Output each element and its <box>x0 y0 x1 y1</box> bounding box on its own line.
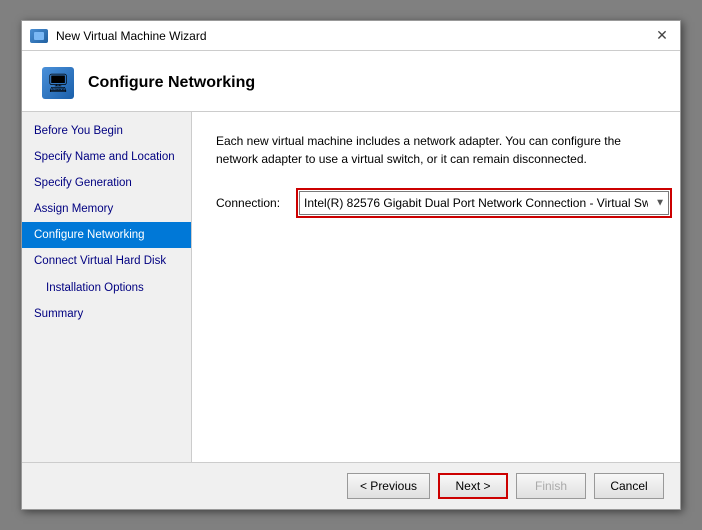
sidebar-item-specify-name[interactable]: Specify Name and Location <box>22 144 191 170</box>
app-icon <box>30 29 48 43</box>
connection-dropdown-container: Intel(R) 82576 Gigabit Dual Port Network… <box>299 191 669 215</box>
sidebar-item-installation-options[interactable]: Installation Options <box>22 275 191 301</box>
sidebar: Before You BeginSpecify Name and Locatio… <box>22 112 192 462</box>
connection-label: Connection: <box>216 196 286 210</box>
footer: < Previous Next > Finish Cancel <box>22 462 680 509</box>
sidebar-item-connect-vhd[interactable]: Connect Virtual Hard Disk <box>22 248 191 274</box>
main-layout: Before You BeginSpecify Name and Locatio… <box>22 112 680 462</box>
finish-button[interactable]: Finish <box>516 473 586 499</box>
sidebar-item-configure-networking[interactable]: Configure Networking <box>22 222 191 248</box>
connection-dropdown-wrapper: Intel(R) 82576 Gigabit Dual Port Network… <box>296 188 672 218</box>
previous-button[interactable]: < Previous <box>347 473 430 499</box>
cancel-button[interactable]: Cancel <box>594 473 664 499</box>
window-title: New Virtual Machine Wizard <box>56 29 207 43</box>
sidebar-item-specify-generation[interactable]: Specify Generation <box>22 170 191 196</box>
sidebar-item-assign-memory[interactable]: Assign Memory <box>22 196 191 222</box>
wizard-header: Configure Networking <box>22 51 680 112</box>
connection-dropdown[interactable]: Intel(R) 82576 Gigabit Dual Port Network… <box>299 191 669 215</box>
next-button[interactable]: Next > <box>438 473 508 499</box>
sidebar-item-summary[interactable]: Summary <box>22 301 191 327</box>
sidebar-item-before-you-begin[interactable]: Before You Begin <box>22 118 191 144</box>
title-bar: New Virtual Machine Wizard ✕ <box>22 21 680 51</box>
main-content: Each new virtual machine includes a netw… <box>192 112 680 462</box>
wizard-window: New Virtual Machine Wizard ✕ Configure N… <box>21 20 681 510</box>
title-bar-left: New Virtual Machine Wizard <box>30 29 207 43</box>
close-button[interactable]: ✕ <box>652 26 672 46</box>
wizard-header-title: Configure Networking <box>88 74 255 92</box>
section-description: Each new virtual machine includes a netw… <box>216 132 656 168</box>
connection-field-row: Connection: Intel(R) 82576 Gigabit Dual … <box>216 188 656 218</box>
wizard-header-icon <box>42 67 74 99</box>
